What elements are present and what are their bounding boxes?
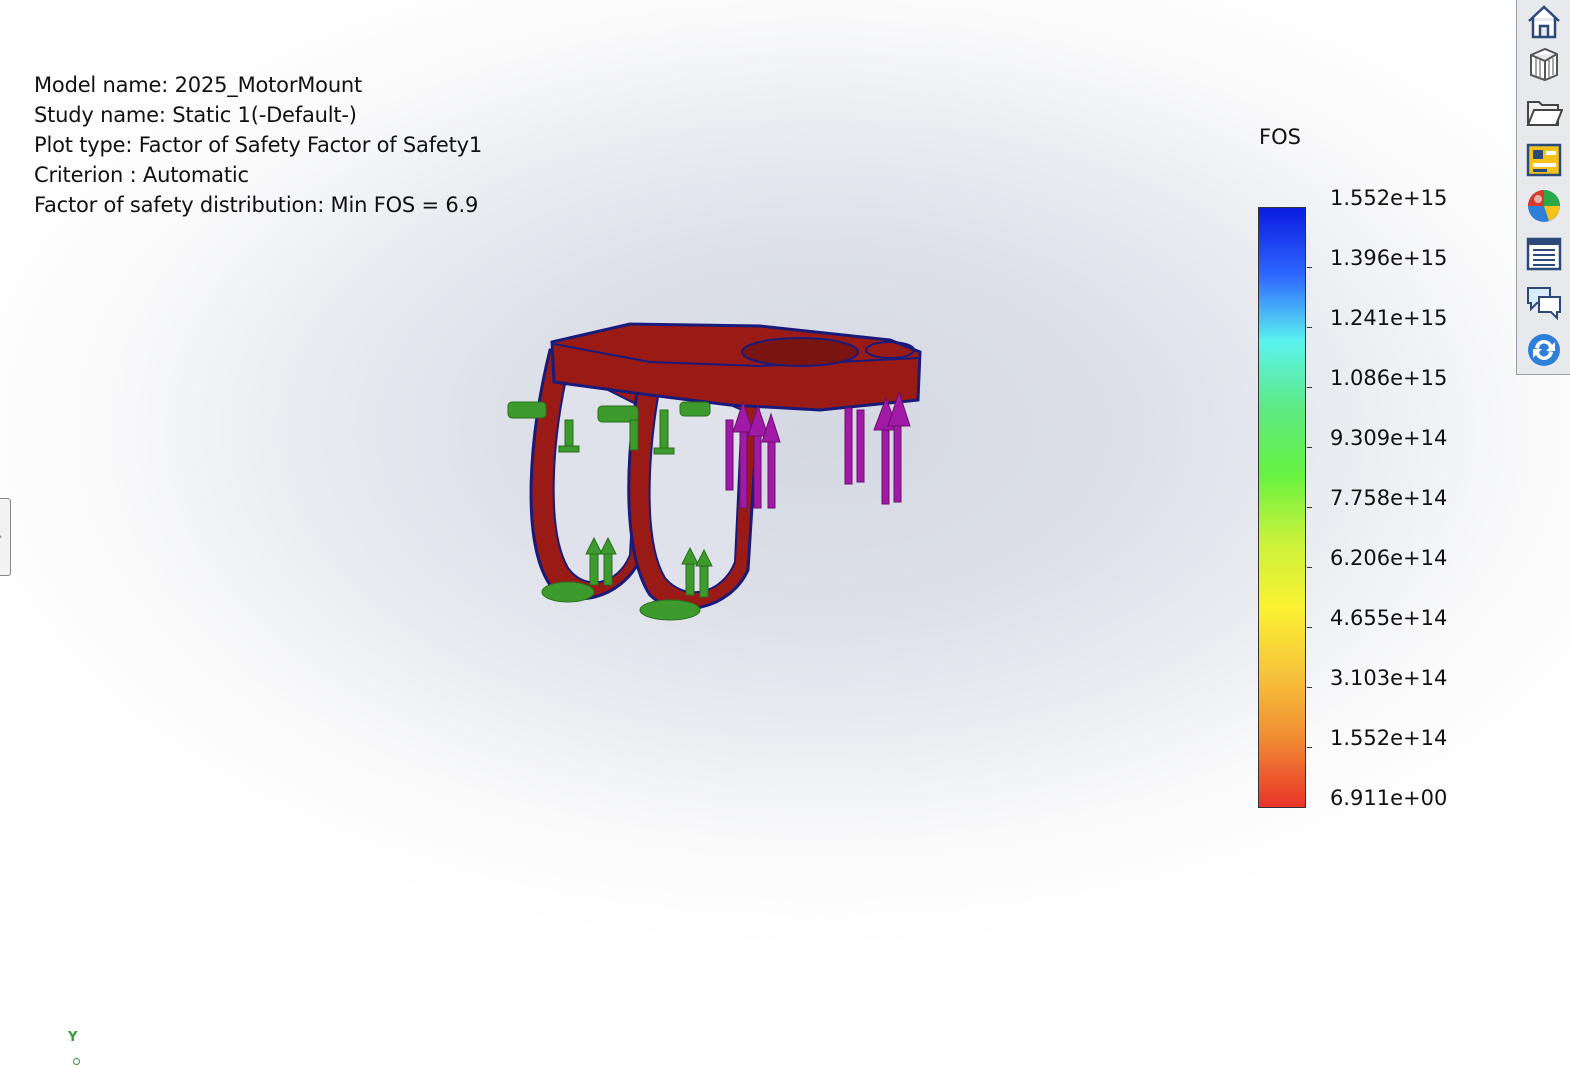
view-triad-origin [73,1058,80,1065]
fos-color-scale-bar [1258,207,1306,808]
criterion-text: Criterion : Automatic [34,163,249,187]
comments-icon[interactable] [1522,280,1566,324]
plot-type-text: Plot type: Factor of Safety Factor of Sa… [34,133,483,157]
view-triad-y-label: Y [68,1030,78,1045]
fos-distribution-text: Factor of safety distribution: Min FOS =… [34,193,479,217]
legend-tick-label: 1.241e+15 [1330,306,1448,330]
legend-tick-label: 1.552e+14 [1330,726,1448,750]
study-info-block: Model name: 2025_MotorMount Study name: … [34,70,482,220]
legend-tick-label: 1.086e+15 [1330,366,1448,390]
display-manager-icon[interactable] [1522,138,1566,182]
legend-tick-mark [1307,447,1312,448]
legend-tick-label: 9.309e+14 [1330,426,1448,450]
list-view-icon[interactable] [1522,232,1566,276]
task-pane-toolbar [1516,0,1570,375]
legend-tick-label: 4.655e+14 [1330,606,1448,630]
legend-tick-label: 6.911e+00 [1330,786,1448,810]
legend-tick-label: 7.758e+14 [1330,486,1448,510]
legend-title: FOS [1259,125,1301,149]
legend-tick-label: 6.206e+14 [1330,546,1448,570]
motor-mount-model[interactable] [490,310,940,640]
legend-tick-mark [1307,327,1312,328]
home-icon[interactable] [1522,0,1566,44]
study-name-text: Study name: Static 1(-Default-) [34,103,357,127]
3d-box-icon[interactable] [1522,42,1566,86]
legend-tick-mark [1307,627,1312,628]
legend-tick-mark [1307,747,1312,748]
model-name-text: Model name: 2025_MotorMount [34,73,363,97]
refresh-icon[interactable] [1522,328,1566,372]
side-panel-toggle[interactable]: › [0,498,11,576]
appearance-sphere-icon[interactable] [1522,184,1566,228]
open-folder-icon[interactable] [1522,90,1566,134]
legend-tick-mark [1307,687,1312,688]
legend-tick-label: 1.396e+15 [1330,246,1448,270]
legend-tick-label: 3.103e+14 [1330,666,1448,690]
legend-tick-label: 1.552e+15 [1330,186,1448,210]
legend-tick-mark [1307,567,1312,568]
legend-tick-mark [1307,387,1312,388]
legend-tick-mark [1307,267,1312,268]
legend-tick-mark [1307,507,1312,508]
